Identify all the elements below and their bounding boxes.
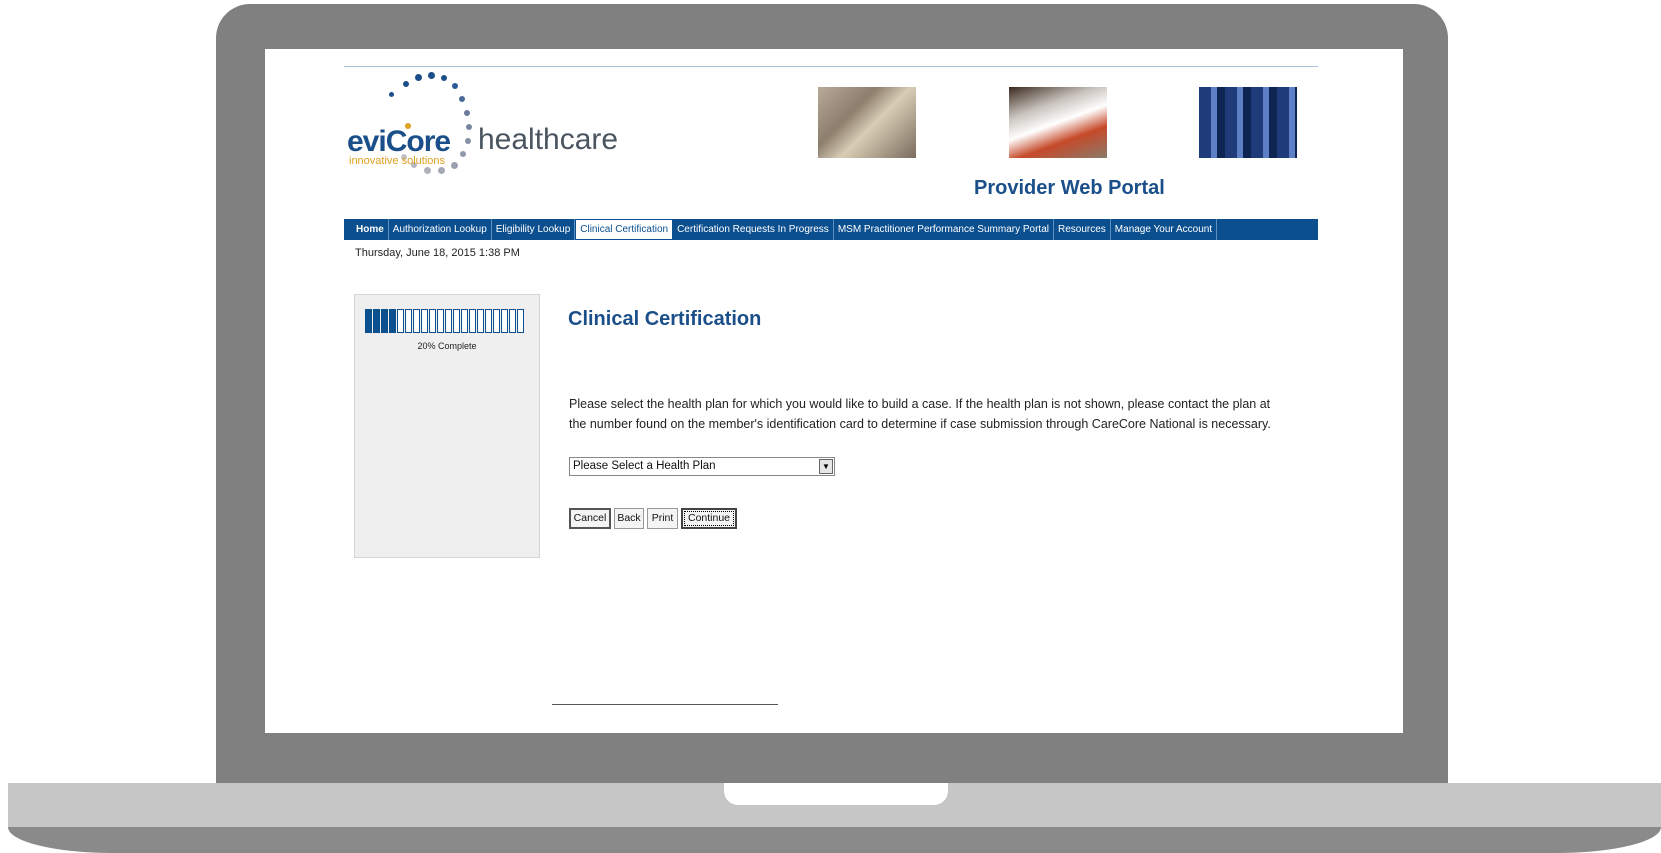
- progress-segment: [389, 309, 396, 333]
- nav-eligibility-lookup[interactable]: Eligibility Lookup: [492, 219, 576, 240]
- logo-dot: [441, 75, 447, 81]
- progress-label: 20% Complete: [417, 341, 477, 351]
- logo-dot: [389, 92, 394, 97]
- nav-manage-account[interactable]: Manage Your Account: [1111, 219, 1218, 240]
- screen: eviCore innovative solutions healthcare …: [265, 49, 1403, 733]
- nav-msm-practitioner-portal[interactable]: MSM Practitioner Performance Summary Por…: [834, 219, 1054, 240]
- progress-segment: [461, 309, 468, 333]
- logo-healthcare: healthcare: [478, 123, 619, 156]
- continue-button[interactable]: Continue: [681, 508, 737, 529]
- nav-clinical-certification[interactable]: Clinical Certification: [575, 219, 674, 240]
- laptop-notch: [724, 783, 948, 805]
- progress-segment: [477, 309, 484, 333]
- instructions-text: Please select the health plan for which …: [569, 397, 1271, 431]
- logo-dot: [460, 151, 466, 157]
- header-rule: [344, 66, 1318, 67]
- logo-tagline: innovative solutions: [349, 155, 446, 167]
- progress-segment: [469, 309, 476, 333]
- logo-wordmark: eviCore: [347, 125, 451, 159]
- cancel-button[interactable]: Cancel: [569, 508, 611, 529]
- progress-segment: [517, 309, 524, 333]
- logo-evi-text: evi: [347, 125, 387, 158]
- print-button[interactable]: Print: [647, 508, 678, 529]
- logo-dot: [452, 83, 458, 89]
- nav-resources[interactable]: Resources: [1054, 219, 1111, 240]
- logo-dot: [415, 74, 422, 81]
- page-title: Clinical Certification: [568, 308, 762, 330]
- logo-dot: [459, 96, 465, 102]
- portal-title: Provider Web Portal: [974, 177, 1165, 199]
- progress-segment: [509, 309, 516, 333]
- progress-segment: [405, 309, 412, 333]
- nav-authorization-lookup[interactable]: Authorization Lookup: [389, 219, 492, 240]
- progress-panel: 20% Complete: [354, 294, 540, 558]
- progress-segment: [381, 309, 388, 333]
- nav-certification-requests[interactable]: Certification Requests In Progress: [673, 219, 834, 240]
- header-photo-pills: [1009, 87, 1107, 158]
- progress-segment: [501, 309, 508, 333]
- logo-dot: [466, 124, 472, 130]
- progress-segment: [373, 309, 380, 333]
- progress-segment: [485, 309, 492, 333]
- progress-segment: [429, 309, 436, 333]
- progress-segment: [413, 309, 420, 333]
- laptop-base-bottom: [8, 827, 1661, 853]
- logo-dot: [424, 167, 431, 174]
- logo-core-text: Core: [385, 125, 451, 158]
- nav-home[interactable]: Home: [344, 219, 389, 240]
- footer-rule: [552, 704, 778, 705]
- progress-segment: [493, 309, 500, 333]
- progress-bar: [365, 309, 525, 333]
- progress-segment: [437, 309, 444, 333]
- health-plan-select[interactable]: Please Select a Health Plan ▼: [569, 457, 835, 476]
- evicore-logo[interactable]: eviCore innovative solutions healthcare: [345, 71, 619, 176]
- dropdown-arrow-icon[interactable]: ▼: [819, 459, 833, 474]
- logo-dot: [428, 72, 435, 79]
- logo-dot: [464, 110, 470, 116]
- progress-segment: [421, 309, 428, 333]
- logo-dot: [451, 162, 458, 169]
- header-photo-scans: [1199, 87, 1297, 158]
- current-datetime: Thursday, June 18, 2015 1:38 PM: [355, 247, 520, 259]
- health-plan-select-value: Please Select a Health Plan: [573, 460, 716, 472]
- logo-dot: [465, 138, 471, 144]
- progress-segment: [445, 309, 452, 333]
- progress-segment: [453, 309, 460, 333]
- progress-segment: [397, 309, 404, 333]
- header-photo-doctor: [818, 87, 916, 158]
- logo-dot: [438, 167, 445, 174]
- back-button[interactable]: Back: [614, 508, 644, 529]
- progress-segment: [365, 309, 372, 333]
- main-nav: Home Authorization Lookup Eligibility Lo…: [344, 219, 1318, 240]
- logo-dot: [403, 81, 409, 87]
